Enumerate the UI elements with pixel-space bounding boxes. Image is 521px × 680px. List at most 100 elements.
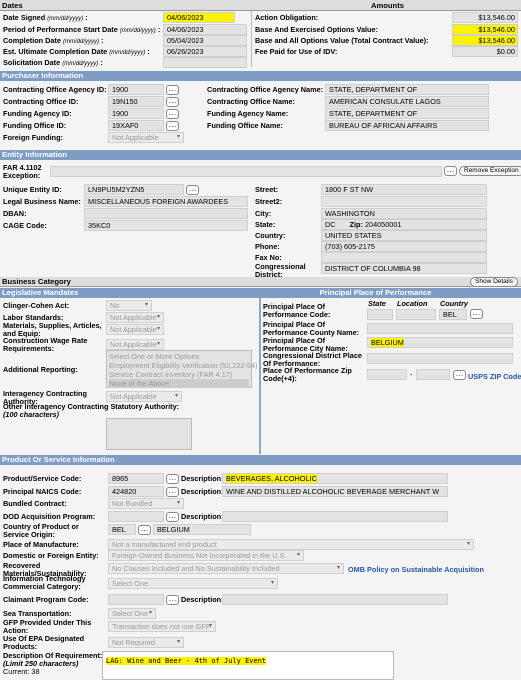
omb-policy-link[interactable]: OMB Policy on Sustainable Acquisition: [348, 565, 484, 574]
exception-label: Exception:: [3, 171, 41, 180]
claimant-desc-input[interactable]: [222, 594, 448, 605]
recovered-select[interactable]: No Clauses Included and No Sustainabilit…: [108, 563, 344, 574]
other-authority-limit: (100 characters): [3, 410, 59, 419]
remove-exception-button[interactable]: Remove Exception: [459, 166, 521, 176]
requirement-textarea[interactable]: LAG: Wine and Beer - 4th of July Event: [102, 651, 394, 680]
state-value: DC: [325, 220, 336, 229]
materials-select[interactable]: Not Applicable ▾: [106, 324, 164, 335]
additional-reporting-list[interactable]: Select One or More Options Employment El…: [106, 350, 257, 388]
exception-lookup-button[interactable]: …: [444, 166, 457, 176]
pop-country-input[interactable]: BEL: [439, 309, 467, 320]
cage-input[interactable]: 35KC0: [84, 220, 248, 231]
sea-select[interactable]: Select One ▾: [108, 608, 156, 619]
country-input[interactable]: UNITED STATES: [321, 230, 487, 241]
interagency-select[interactable]: Not Applicable ▾: [106, 391, 182, 402]
usps-zip-link[interactable]: USPS ZIP Codes: [468, 372, 521, 381]
state-zip-field[interactable]: DC Zip: 204050001: [321, 219, 487, 230]
country-origin-code[interactable]: BEL: [108, 524, 136, 535]
other-authority-textarea[interactable]: [106, 418, 192, 450]
additional-option-0[interactable]: Select One or More Options: [109, 352, 249, 361]
pop-state-input[interactable]: [367, 309, 393, 320]
pop-county-input[interactable]: [367, 323, 513, 334]
fund-office-id-lookup-button[interactable]: …: [166, 121, 179, 131]
naics-label: Principal NAICS Code:: [3, 487, 82, 496]
country-origin-name[interactable]: BELGIUM: [153, 524, 251, 535]
claimant-lookup-button[interactable]: …: [166, 595, 179, 605]
naics-input[interactable]: 424820: [108, 486, 164, 497]
ult-completion-input[interactable]: 06/26/2023: [163, 46, 247, 57]
dod-desc-input[interactable]: [222, 511, 448, 522]
dod-lookup-button[interactable]: …: [166, 512, 179, 522]
fund-office-id-input[interactable]: 19XAF0: [108, 120, 164, 131]
co-id-input[interactable]: 19N150: [108, 96, 164, 107]
dod-input[interactable]: [108, 511, 164, 522]
fee-input[interactable]: $0.00: [452, 46, 518, 57]
co-id-lookup-button[interactable]: …: [166, 97, 179, 107]
manufacture-select[interactable]: Not a manufactured end product ▾: [108, 539, 474, 550]
co-agency-name-input[interactable]: STATE, DEPARTMENT OF: [325, 84, 489, 95]
fund-agency-id-input[interactable]: 1900: [108, 108, 164, 119]
naics-lookup-button[interactable]: …: [166, 487, 179, 497]
psc-input[interactable]: 8965: [108, 473, 164, 484]
pop-zip4-input[interactable]: [416, 369, 450, 380]
solicitation-input[interactable]: [163, 57, 247, 68]
zip-label: Zip:: [349, 220, 363, 229]
co-agency-id-input[interactable]: 1900: [108, 84, 164, 95]
naics-desc-input[interactable]: WINE AND DISTILLED ALCOHOLIC BEVERAGE ME…: [222, 486, 448, 497]
fax-input[interactable]: [321, 252, 487, 263]
action-obligation-label: Action Obligation:: [255, 13, 319, 22]
pop-zip-label: Place Of Performance Zip Code(+4):: [263, 366, 352, 383]
labor-select[interactable]: Not Applicable ▾: [106, 312, 164, 323]
congressional-input[interactable]: DISTRICT OF COLUMBIA 98: [321, 263, 487, 274]
exception-input[interactable]: [50, 166, 442, 177]
legislative-header: Legislative Mandates: [0, 288, 260, 298]
base-exercised-input[interactable]: $13,546.00: [452, 24, 518, 35]
fund-agency-id-lookup-button[interactable]: …: [166, 109, 179, 119]
pop-location-input[interactable]: [396, 309, 436, 320]
foreign-funding-select[interactable]: Not Applicable ▾: [108, 132, 184, 143]
bundled-select[interactable]: Not Bundled ▾: [108, 498, 184, 509]
date-signed-input[interactable]: 04/06/2023: [163, 12, 235, 23]
psc-lookup-button[interactable]: …: [166, 474, 179, 484]
gfp-select[interactable]: Transaction does not use GFP ▾: [108, 621, 216, 632]
clinger-select[interactable]: No ▾: [106, 300, 152, 311]
construction-select[interactable]: Not Applicable ▾: [106, 339, 164, 350]
psc-desc-input[interactable]: BEVERAGES, ALCOHOLIC: [222, 473, 448, 484]
street2-input[interactable]: [321, 196, 487, 207]
base-exercised-label: Base And Exercised Options Value:: [255, 25, 379, 34]
fund-agency-name-label: Funding Agency Name:: [207, 109, 289, 118]
dban-input[interactable]: [84, 208, 248, 219]
legal-name-input[interactable]: MISCELLANEOUS FOREIGN AWARDEES: [84, 196, 248, 207]
co-agency-id-lookup-button[interactable]: …: [166, 85, 179, 95]
street-input[interactable]: 1800 F ST NW: [321, 184, 487, 195]
completion-input[interactable]: 05/04/2023: [163, 35, 247, 46]
additional-option-2[interactable]: Service Contract Inventory (FAR 4.17): [109, 370, 249, 379]
phone-input[interactable]: (703) 605-2175: [321, 241, 487, 252]
base-all-input[interactable]: $13,546.00: [452, 35, 518, 46]
pop-congressional-input[interactable]: [367, 353, 513, 364]
pop-zip-input[interactable]: [367, 369, 407, 380]
co-name-input[interactable]: AMERICAN CONSULATE LAGOS: [325, 96, 489, 107]
epa-select[interactable]: Not Required ▾: [108, 637, 184, 648]
fax-label: Fax No:: [255, 253, 282, 262]
pop-lookup-button[interactable]: …: [470, 309, 483, 319]
action-obligation-input[interactable]: $13,546.00: [452, 12, 518, 23]
pop-zip-lookup-button[interactable]: …: [453, 370, 466, 380]
show-details-button[interactable]: Show Details: [470, 277, 518, 287]
country-origin-lookup-button[interactable]: …: [138, 525, 151, 535]
pop-city-input[interactable]: BELGIUM: [367, 337, 513, 348]
construction-label: Construction Wage Rate Requirements:: [3, 336, 88, 353]
uei-lookup-button[interactable]: …: [186, 185, 199, 195]
domestic-select[interactable]: Foreign-Owned Business Not Incorporated …: [108, 550, 304, 561]
place-header: Principal Place of Performance: [260, 288, 521, 298]
pop-start-input[interactable]: 04/06/2023: [163, 24, 247, 35]
claimant-input[interactable]: [108, 594, 164, 605]
additional-option-3[interactable]: None of the Above: [109, 379, 249, 388]
it-category-select[interactable]: Select One ▾: [108, 578, 278, 589]
uei-input[interactable]: LN9PU5M2YZN5: [84, 184, 184, 195]
fund-agency-name-input[interactable]: STATE, DEPARTMENT OF: [325, 108, 489, 119]
additional-reporting-label: Additional Reporting:: [3, 365, 78, 374]
city-input[interactable]: WASHINGTON: [321, 208, 487, 219]
fund-office-name-input[interactable]: BUREAU OF AFRICAN AFFAIRS: [325, 120, 489, 131]
additional-option-1[interactable]: Employment Eligibility Verification (52.…: [109, 361, 257, 370]
